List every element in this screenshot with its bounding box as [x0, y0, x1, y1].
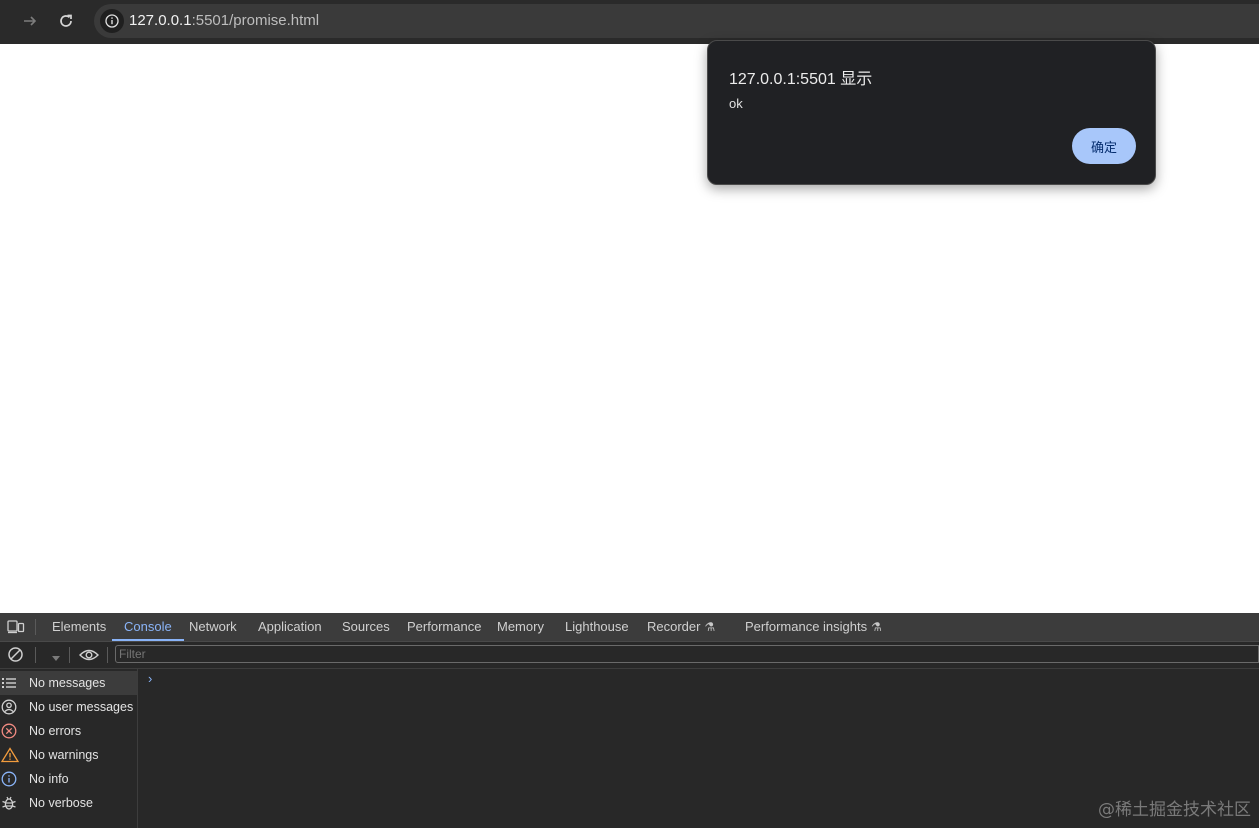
sidebar-item-messages[interactable]: No messages	[0, 671, 137, 695]
dialog-ok-button[interactable]: 确定	[1072, 128, 1136, 164]
console-prompt[interactable]: ›	[148, 671, 152, 686]
sidebar-item-info[interactable]: No info	[0, 767, 137, 791]
sidebar-item-verbose[interactable]: No verbose	[0, 791, 137, 815]
info-icon	[105, 14, 119, 28]
info-icon	[0, 771, 29, 787]
sidebar-item-label: No messages	[29, 676, 106, 690]
reload-button[interactable]	[53, 8, 79, 34]
devtools-panel: Elements Console Network Application Sou…	[0, 613, 1259, 828]
live-expression-eye-icon[interactable]	[79, 648, 99, 665]
flask-icon: ⚗	[704, 620, 716, 634]
tab-elements[interactable]: Elements	[52, 613, 106, 641]
watermark-text: @稀土掘金技术社区	[1098, 800, 1251, 820]
site-info-button[interactable]	[100, 9, 124, 33]
address-bar[interactable]: 127.0.0.1:5501/promise.html	[94, 4, 1259, 38]
toolbar-divider	[35, 647, 36, 663]
url-text: 127.0.0.1:5501/promise.html	[129, 12, 319, 29]
sidebar-item-label: No errors	[29, 724, 82, 738]
dialog-title: 127.0.0.1:5501 显示	[729, 71, 873, 88]
tab-application[interactable]: Application	[258, 613, 322, 641]
sidebar-item-label: No info	[29, 772, 69, 786]
sidebar-item-label: No warnings	[29, 748, 99, 762]
sidebar-item-user-messages[interactable]: No user messages	[0, 695, 137, 719]
alert-dialog: 127.0.0.1:5501 显示 ok 确定	[707, 40, 1156, 185]
console-sidebar: No messages No user messages No errors N…	[0, 669, 138, 828]
tab-divider	[35, 619, 36, 635]
url-host: 127.0.0.1	[129, 12, 192, 29]
warning-icon	[0, 747, 29, 763]
reload-icon	[60, 14, 72, 27]
forward-button[interactable]	[17, 8, 43, 34]
console-toolbar	[0, 642, 1259, 669]
tab-recorder-label: Recorder	[647, 619, 701, 634]
browser-toolbar: 127.0.0.1:5501/promise.html	[0, 0, 1259, 44]
console-filter-input[interactable]	[115, 645, 1259, 663]
dropdown-caret-icon[interactable]	[51, 651, 61, 666]
bug-icon	[0, 795, 29, 811]
flask-icon: ⚗	[871, 620, 882, 634]
tab-performance-insights[interactable]: Performance insights ⚗	[745, 613, 882, 641]
tab-performance[interactable]: Performance	[407, 613, 481, 641]
sidebar-item-label: No user messages	[29, 700, 134, 714]
arrow-right-icon	[24, 16, 37, 26]
error-icon	[0, 723, 29, 739]
tab-console[interactable]: Console	[112, 613, 184, 641]
sidebar-item-label: No verbose	[29, 796, 93, 810]
list-icon	[0, 676, 29, 690]
tab-network[interactable]: Network	[189, 613, 237, 641]
tab-lighthouse[interactable]: Lighthouse	[565, 613, 629, 641]
tab-recorder[interactable]: Recorder ⚗	[647, 613, 715, 641]
tab-sources[interactable]: Sources	[342, 613, 390, 641]
tab-performance-insights-label: Performance insights	[745, 619, 868, 634]
toolbar-divider	[69, 647, 70, 663]
device-toggle-icon[interactable]	[7, 620, 25, 637]
sidebar-item-warnings[interactable]: No warnings	[0, 743, 137, 767]
tab-memory[interactable]: Memory	[497, 613, 544, 641]
toolbar-divider	[107, 647, 108, 663]
user-circle-icon	[0, 699, 29, 715]
dialog-message: ok	[729, 96, 743, 111]
url-path: :5501/promise.html	[191, 12, 320, 29]
sidebar-item-errors[interactable]: No errors	[0, 719, 137, 743]
devtools-tab-bar: Elements Console Network Application Sou…	[0, 613, 1259, 642]
clear-console-icon[interactable]	[7, 646, 24, 666]
